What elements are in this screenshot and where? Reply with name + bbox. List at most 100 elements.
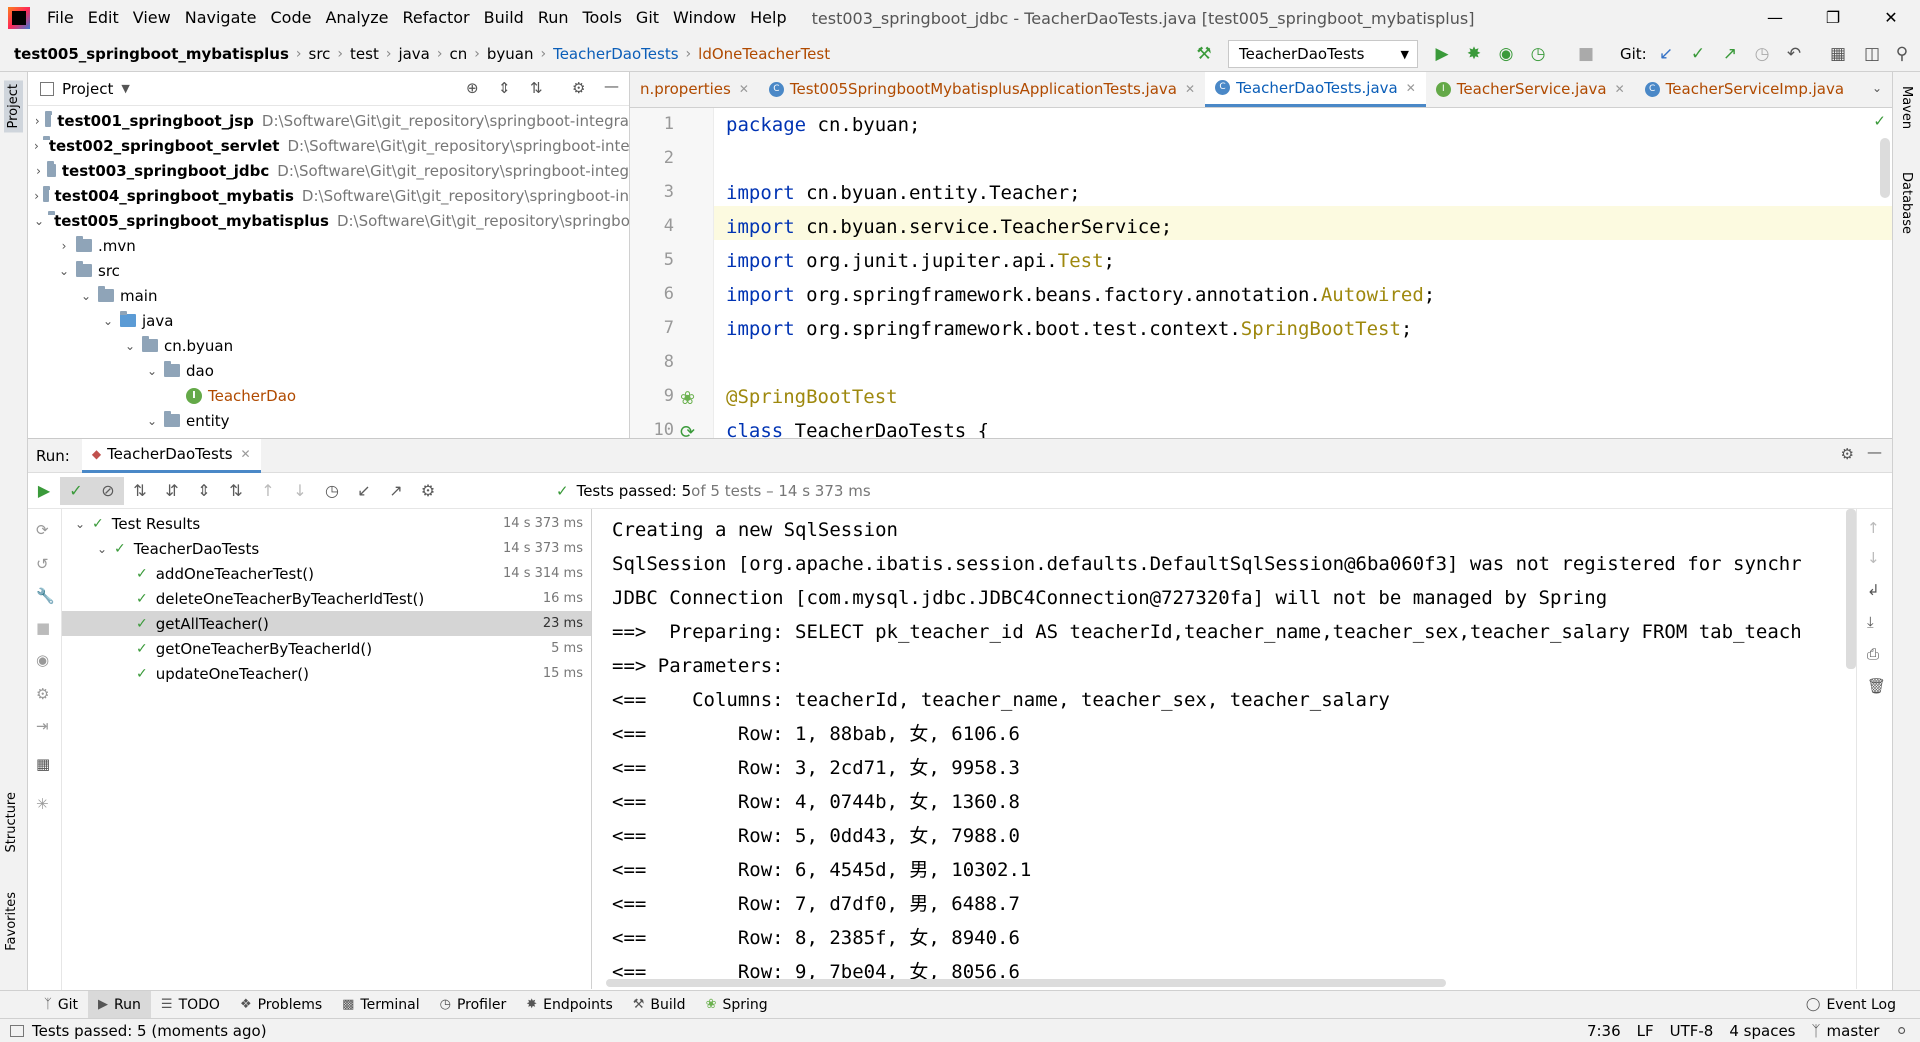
- tool-tab-run[interactable]: ▶ Run: [88, 990, 151, 1019]
- chevron-down-icon[interactable]: ▼: [121, 82, 129, 95]
- tree-item-test002[interactable]: › test002_springboot_servlet D:\Software\…: [28, 133, 629, 158]
- profile-icon[interactable]: ◷: [1526, 42, 1550, 66]
- sort-duration-icon[interactable]: ⇵: [156, 477, 188, 505]
- gear-icon[interactable]: ⚙: [1841, 445, 1854, 463]
- minimize-icon[interactable]: —: [1746, 0, 1804, 36]
- history-icon[interactable]: ◷: [1750, 42, 1774, 66]
- line-separator[interactable]: LF: [1637, 1022, 1654, 1040]
- tool-tab-maven[interactable]: Maven: [1899, 86, 1914, 129]
- show-passed-icon[interactable]: ✓: [60, 476, 92, 505]
- tree-item-cn-byuan[interactable]: ⌄ cn.byuan: [28, 333, 629, 358]
- breadcrumb-class[interactable]: TeacherDaoTests: [549, 45, 682, 63]
- tool-tab-spring[interactable]: ❀ Spring: [696, 991, 778, 1019]
- tool-tab-event-log[interactable]: ◯ Event Log: [1796, 991, 1906, 1019]
- close-icon[interactable]: ✕: [1862, 0, 1920, 36]
- tool-tab-git[interactable]: ᛉ Git: [34, 991, 88, 1019]
- close-icon[interactable]: ✕: [1406, 81, 1416, 95]
- debug-icon[interactable]: ✸: [1462, 42, 1486, 66]
- tree-item-entity[interactable]: ⌄ entity: [28, 408, 629, 433]
- cursor-position[interactable]: 7:36: [1587, 1022, 1621, 1040]
- menu-run[interactable]: Run: [531, 0, 576, 36]
- editor-scrollbar[interactable]: [1880, 138, 1890, 198]
- close-icon[interactable]: ✕: [1615, 82, 1625, 96]
- next-test-icon[interactable]: ↓: [284, 477, 316, 505]
- code-editor[interactable]: 1 2 3 4 5 6 7 8 9 10 ❀ ⟳ package cn.byua…: [630, 108, 1892, 438]
- gear-icon[interactable]: ⚙: [572, 79, 585, 97]
- search-icon[interactable]: ⚲: [1890, 42, 1914, 66]
- close-icon[interactable]: ✕: [241, 447, 251, 461]
- tool-tab-problems[interactable]: ❖ Problems: [230, 991, 332, 1019]
- rerun-icon[interactable]: ▶: [28, 477, 60, 505]
- git-branch[interactable]: ᛉ master: [1812, 1022, 1880, 1040]
- tool-tab-build[interactable]: ⚒ Build: [623, 991, 696, 1019]
- scroll-to-end-icon[interactable]: ⤓: [1867, 613, 1874, 631]
- menu-refactor[interactable]: Refactor: [396, 0, 477, 36]
- chevron-down-icon[interactable]: ⌄: [1872, 81, 1882, 95]
- restore-layout-icon[interactable]: ↺: [36, 555, 49, 573]
- tab-application-tests[interactable]: C Test005SpringbootMybatisplusApplication…: [759, 72, 1205, 107]
- tree-item-dao[interactable]: ⌄ dao: [28, 358, 629, 383]
- run-tab[interactable]: ◆ TeacherDaoTests ✕: [81, 438, 261, 473]
- previous-test-icon[interactable]: ↑: [252, 477, 284, 505]
- tool-tab-structure[interactable]: Structure: [4, 792, 19, 852]
- down-arrow-icon[interactable]: ↓: [1867, 549, 1880, 567]
- result-row-test[interactable]: ✓ updateOneTeacher() 15 ms: [62, 661, 591, 686]
- close-icon[interactable]: ✕: [1185, 82, 1195, 96]
- settings-icon[interactable]: ⚙: [36, 685, 49, 703]
- tool-tab-profiler[interactable]: ◷ Profiler: [430, 991, 517, 1019]
- up-arrow-icon[interactable]: ↑: [1867, 519, 1880, 537]
- rollback-icon[interactable]: ↶: [1782, 42, 1806, 66]
- menu-analyze[interactable]: Analyze: [318, 0, 395, 36]
- menu-edit[interactable]: Edit: [81, 0, 126, 36]
- close-icon[interactable]: ✕: [739, 82, 749, 96]
- tab-teacherdaotests[interactable]: C TeacherDaoTests.java ✕: [1205, 72, 1426, 107]
- collapse-all-icon[interactable]: ⇅: [220, 477, 252, 505]
- git-commit-icon[interactable]: ✓: [1686, 42, 1710, 66]
- menu-window[interactable]: Window: [666, 0, 743, 36]
- console-horizontal-scrollbar[interactable]: [606, 979, 1446, 987]
- result-row-class[interactable]: ⌄ ✓ TeacherDaoTests 14 s 373 ms: [62, 536, 591, 561]
- history-icon[interactable]: ◷: [316, 477, 348, 505]
- hide-panel-icon[interactable]: —: [1867, 443, 1882, 461]
- git-push-icon[interactable]: ↗: [1718, 42, 1742, 66]
- build-hammer-icon[interactable]: ⚒: [1192, 42, 1216, 66]
- menu-git[interactable]: Git: [629, 0, 666, 36]
- result-row-test[interactable]: ✓ addOneTeacherTest() 14 s 314 ms: [62, 561, 591, 586]
- tool-tab-endpoints[interactable]: ✸ Endpoints: [516, 991, 623, 1019]
- locate-icon[interactable]: ⊕: [466, 79, 479, 97]
- breadcrumb-cn[interactable]: cn: [445, 45, 471, 63]
- tree-item-test003[interactable]: › test003_springboot_jdbc D:\Software\Git…: [28, 158, 629, 183]
- hide-panel-icon[interactable]: —: [604, 77, 619, 95]
- breadcrumb-project[interactable]: test005_springboot_mybatisplus: [10, 45, 293, 63]
- status-window-icon[interactable]: [10, 1024, 24, 1037]
- breadcrumb-byuan[interactable]: byuan: [483, 45, 538, 63]
- tool-tab-project[interactable]: Project: [4, 80, 23, 133]
- breadcrumb-src[interactable]: src: [305, 45, 335, 63]
- git-update-icon[interactable]: ↙: [1654, 42, 1678, 66]
- file-encoding[interactable]: UTF-8: [1670, 1022, 1714, 1040]
- lock-icon[interactable]: ⚪: [1895, 1022, 1908, 1040]
- tool-tab-favorites[interactable]: Favorites: [4, 892, 19, 951]
- tree-item-test004[interactable]: › test004_springboot_mybatis D:\Software\…: [28, 183, 629, 208]
- trash-icon[interactable]: 🗑: [1867, 677, 1886, 695]
- result-row-root[interactable]: ⌄ ✓ Test Results 14 s 373 ms: [62, 511, 591, 536]
- expand-all-icon[interactable]: ⇕: [498, 79, 511, 97]
- breadcrumb-test[interactable]: test: [346, 45, 383, 63]
- sort-alpha-icon[interactable]: ⇅: [124, 477, 156, 505]
- console-vertical-scrollbar[interactable]: [1846, 509, 1856, 669]
- run-configuration-select[interactable]: TeacherDaoTests ▼: [1228, 40, 1418, 68]
- status-message[interactable]: Tests passed: 5 (moments ago): [32, 1022, 267, 1040]
- layout-icon[interactable]: ▦: [36, 755, 50, 773]
- export-tests-icon[interactable]: ↗: [380, 477, 412, 505]
- breadcrumb-method[interactable]: ldOneTeacherTest: [694, 45, 834, 63]
- inspection-ok-icon[interactable]: ✓: [1873, 112, 1886, 130]
- run-icon[interactable]: ▶: [1430, 42, 1454, 66]
- stop-icon[interactable]: ■: [36, 619, 50, 637]
- tool-tab-terminal[interactable]: ▩ Terminal: [332, 991, 429, 1019]
- menu-help[interactable]: Help: [743, 0, 793, 36]
- project-panel-title[interactable]: Project: [62, 80, 113, 98]
- show-ignored-icon[interactable]: ⊘: [92, 476, 124, 505]
- tree-item-test005[interactable]: ⌄ test005_springboot_mybatisplus D:\Softw…: [28, 208, 629, 233]
- wrench-icon[interactable]: 🔧: [36, 587, 55, 605]
- tab-teacherserviceimp[interactable]: C TeacherServiceImp.java: [1635, 72, 1854, 107]
